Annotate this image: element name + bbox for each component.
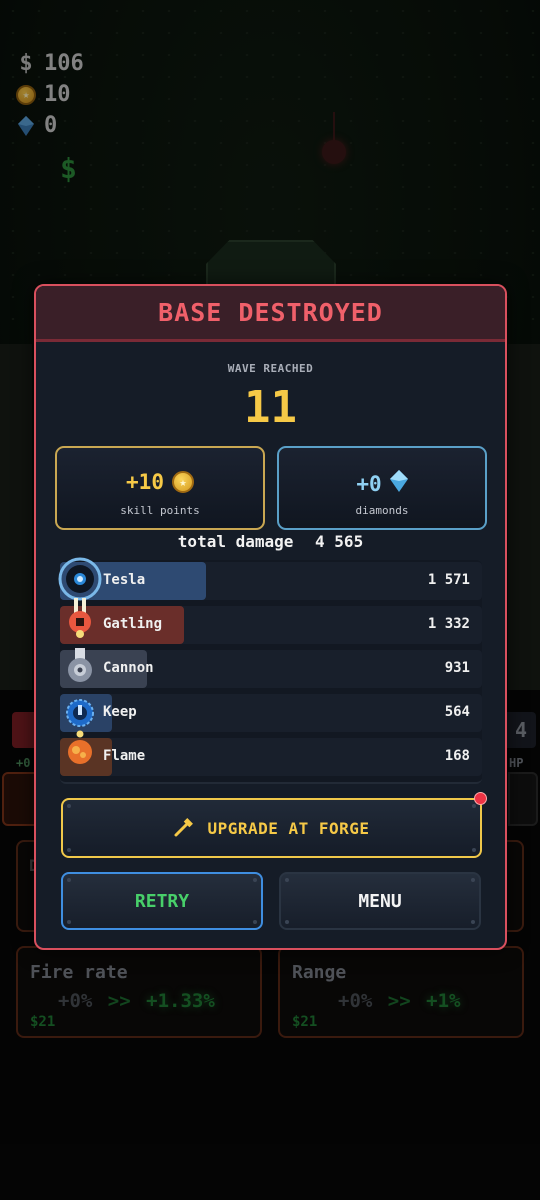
cannon-tower-icon <box>68 648 92 682</box>
total-damage-label: total damage <box>177 532 294 551</box>
damage-row-cannon: Cannon 931 <box>60 648 482 688</box>
hammer-icon <box>174 818 194 837</box>
diamonds-reward-label: diamonds <box>355 504 409 517</box>
coin-star-icon: ★ <box>171 471 194 493</box>
tower-damage: 564 <box>444 704 470 720</box>
retry-button[interactable]: RETRY <box>61 872 263 930</box>
damage-row-tesla: Tesla 1 571 <box>58 557 482 601</box>
notification-dot <box>474 792 487 805</box>
tower-damage: 1 332 <box>427 616 470 632</box>
wave-reached-value: 11 <box>244 382 297 433</box>
wave-reached-label: WAVE REACHED <box>227 362 314 375</box>
damage-row-keep: Keep 564 <box>60 694 482 732</box>
diamonds-reward: +0 diamonds <box>277 446 487 530</box>
forge-button-label: UPGRADE AT FORGE <box>207 818 370 838</box>
skill-points-reward-value: +10 <box>126 470 164 494</box>
tower-damage: 168 <box>444 748 470 764</box>
damage-row-gatling: Gatling 1 332 <box>60 598 482 644</box>
diamonds-reward-value: +0 <box>356 471 382 496</box>
flame-tower-icon <box>68 730 92 764</box>
dialog-header: BASE DESTROYED <box>36 286 505 342</box>
skill-points-reward-label: skill points <box>120 504 200 517</box>
total-damage: total damage 4 565 <box>36 532 505 551</box>
damage-breakdown-list: Tesla 1 571 Gatling 1 332 Cannon 931 Kee… <box>58 557 482 784</box>
total-damage-value: 4 565 <box>315 532 364 551</box>
tower-name: Tesla <box>103 572 146 588</box>
tower-name: Keep <box>103 704 137 720</box>
upgrade-at-forge-button[interactable]: UPGRADE AT FORGE <box>61 798 482 858</box>
tower-name: Flame <box>103 748 146 764</box>
menu-button-label: MENU <box>358 890 402 912</box>
keep-tower-icon <box>66 699 94 727</box>
game-over-dialog: BASE DESTROYED WAVE REACHED 11 +10 ★ ski… <box>34 284 507 950</box>
tower-name: Gatling <box>103 616 163 632</box>
tower-damage: 931 <box>444 660 470 676</box>
tower-damage: 1 571 <box>427 572 470 588</box>
retry-button-label: RETRY <box>134 890 190 912</box>
skill-points-reward: +10 ★ skill points <box>55 446 265 530</box>
gatling-tower-icon <box>69 598 91 638</box>
diamond-icon <box>389 470 408 497</box>
tower-name: Cannon <box>103 660 154 676</box>
damage-row-flame: Flame 168 <box>60 730 482 776</box>
menu-button[interactable]: MENU <box>279 872 481 930</box>
dialog-title: BASE DESTROYED <box>158 298 383 327</box>
